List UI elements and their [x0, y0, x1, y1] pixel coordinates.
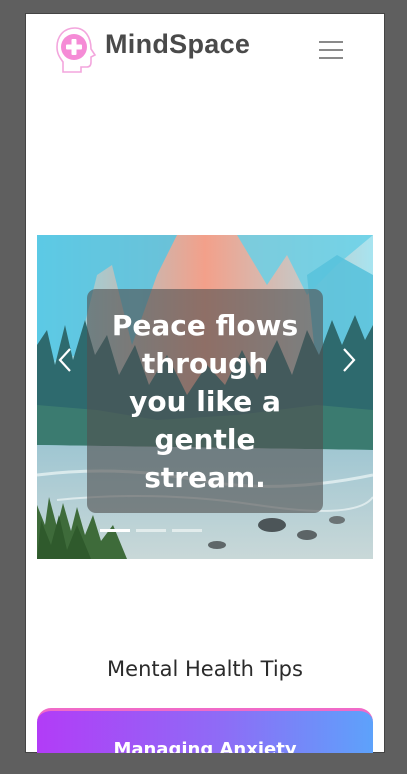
brand-name[interactable]: MindSpace [105, 29, 250, 60]
head-with-cross-icon[interactable] [53, 25, 97, 75]
app-viewport: MindSpace Peace flows through you like a… [25, 13, 385, 753]
chevron-left-icon[interactable] [51, 345, 81, 375]
carousel-indicator-2[interactable] [136, 529, 166, 532]
tip-card[interactable]: Managing Anxiety [37, 708, 373, 753]
hamburger-menu-icon[interactable] [317, 38, 345, 62]
section-title-tips: Mental Health Tips [107, 657, 303, 681]
site-header: MindSpace [25, 13, 385, 85]
carousel-indicator-1[interactable] [100, 529, 130, 532]
carousel-indicator-3[interactable] [172, 529, 202, 532]
slide-caption-box: Peace flows through you like a gentle st… [87, 289, 323, 513]
slide-caption: Peace flows through you like a gentle st… [111, 309, 299, 494]
hero-carousel: Peace flows through you like a gentle st… [37, 235, 373, 559]
tip-card-title: Managing Anxiety [113, 739, 297, 753]
chevron-right-icon[interactable] [333, 345, 363, 375]
